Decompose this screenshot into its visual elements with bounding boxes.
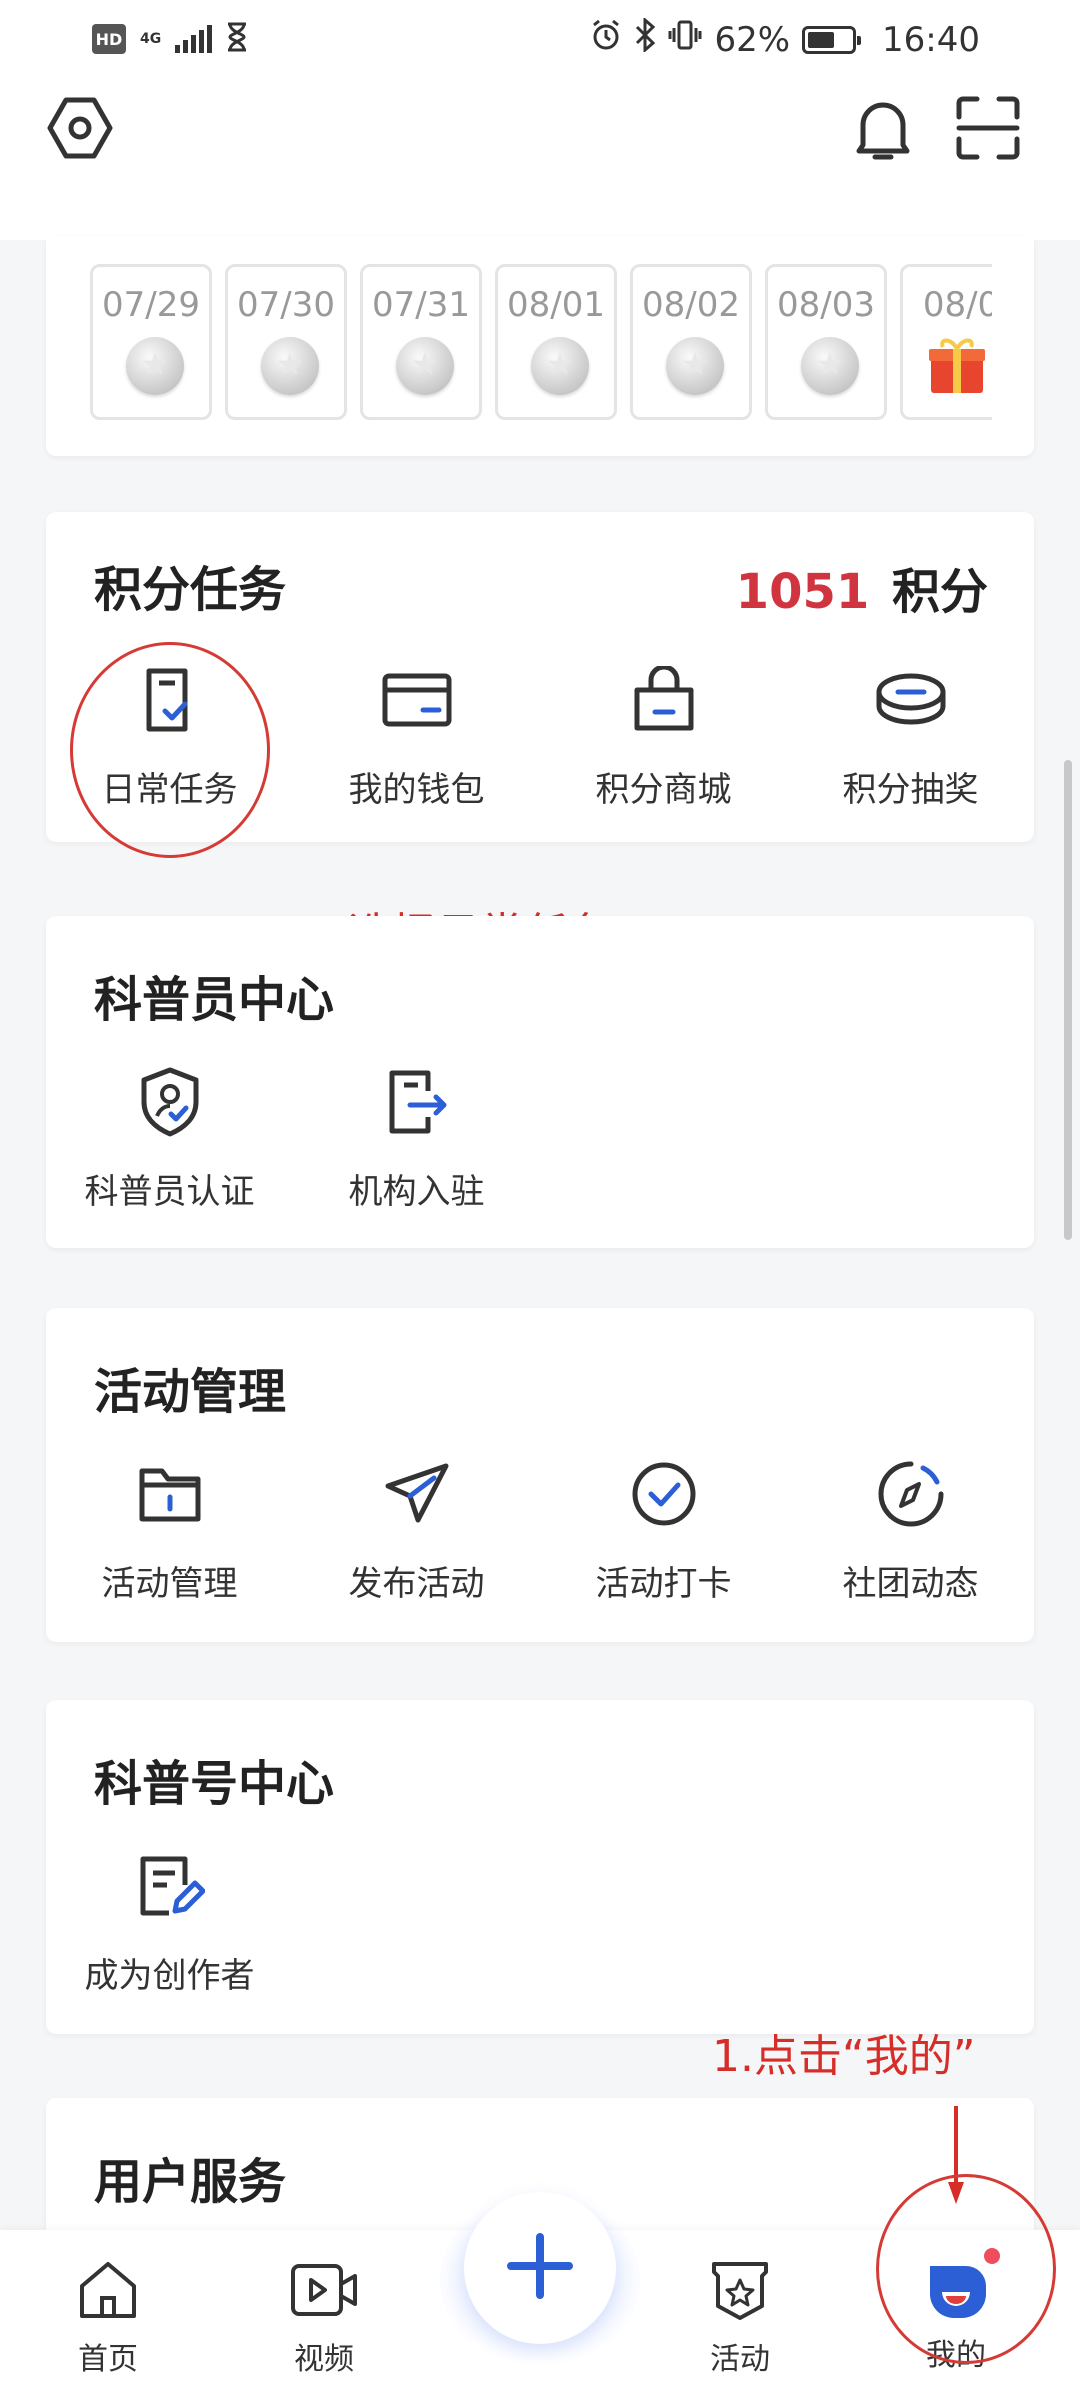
popsci-center-title: 科普员中心 xyxy=(94,972,335,1028)
checkin-day-card[interactable]: 08/03 xyxy=(765,264,887,420)
checkin-day-card[interactable]: 08/0 xyxy=(900,264,992,420)
network-type: 4G xyxy=(140,31,162,47)
compass-icon xyxy=(871,1454,951,1534)
annotation-step1: 1.点击“我的” xyxy=(712,2031,976,2082)
folder-icon xyxy=(130,1454,210,1534)
checkin-date-label: 07/30 xyxy=(237,285,335,325)
points-lottery-label: 积分抽奖 xyxy=(842,770,979,810)
club-news-label: 社团动态 xyxy=(842,1564,979,1604)
checkin-date-label: 08/02 xyxy=(642,285,740,325)
checkin-day-card[interactable]: 08/02 xyxy=(630,264,752,420)
wallet-label: 我的钱包 xyxy=(348,770,485,810)
activity-checkin-label: 活动打卡 xyxy=(595,1564,732,1604)
signal-icon xyxy=(175,25,213,53)
coin-icon xyxy=(531,337,589,395)
wallet-button[interactable]: 我的钱包 xyxy=(293,660,540,811)
video-icon xyxy=(289,2258,359,2326)
nav-home[interactable]: 首页 xyxy=(48,2258,168,2378)
checkin-card: 07/29 07/30 07/31 08/01 08/02 08/03 08/0 xyxy=(46,236,1034,456)
send-plane-icon xyxy=(377,1454,457,1534)
checkin-day-card[interactable]: 08/01 xyxy=(495,264,617,420)
annotation-circle-daily-task xyxy=(70,642,270,858)
activity-manage-button[interactable]: 活动管理 xyxy=(46,1454,293,1605)
wallet-icon xyxy=(377,660,457,740)
popsci-account-card: 科普号中心 成为创作者 xyxy=(46,1700,1034,2034)
points-balance[interactable]: 1051 积分 xyxy=(736,552,988,622)
status-bar: HD 4G 62% 16:40 xyxy=(0,0,1080,80)
org-join-label: 机构入驻 xyxy=(348,1172,485,1212)
points-lottery-button[interactable]: 积分抽奖 xyxy=(787,660,1034,811)
home-icon xyxy=(76,2258,140,2326)
checkin-date-strip: 07/29 07/30 07/31 08/01 08/02 08/03 08/0 xyxy=(90,264,992,420)
shield-user-icon xyxy=(130,1062,210,1142)
annotation-circle-mine xyxy=(876,2174,1056,2364)
club-news-button[interactable]: 社团动态 xyxy=(787,1454,1034,1605)
coin-icon xyxy=(801,337,859,395)
nav-activity[interactable]: 活动 xyxy=(680,2258,800,2378)
become-creator-label: 成为创作者 xyxy=(84,1956,255,1996)
hd-badge: HD xyxy=(92,24,126,54)
settings-hexagon-icon[interactable] xyxy=(44,92,116,164)
nav-activity-label: 活动 xyxy=(710,2342,770,2377)
gift-icon xyxy=(927,335,987,401)
check-circle-icon xyxy=(624,1454,704,1534)
top-header xyxy=(0,80,1080,240)
popsci-certify-button[interactable]: 科普员认证 xyxy=(46,1062,293,1213)
nav-video-label: 视频 xyxy=(294,2342,354,2377)
coin-icon xyxy=(666,337,724,395)
nav-video[interactable]: 视频 xyxy=(264,2258,384,2378)
scrollbar[interactable] xyxy=(1064,760,1072,1240)
publish-activity-button[interactable]: 发布活动 xyxy=(293,1454,540,1605)
org-join-button[interactable]: 机构入驻 xyxy=(293,1062,540,1213)
checkin-day-card[interactable]: 07/31 xyxy=(360,264,482,420)
edit-doc-icon xyxy=(130,1846,210,1926)
star-badge-icon xyxy=(708,2258,772,2326)
points-tasks-title: 积分任务 xyxy=(94,562,287,618)
checkin-date-label: 07/31 xyxy=(372,285,470,325)
activity-manage-label: 活动管理 xyxy=(101,1564,238,1604)
battery-icon xyxy=(802,25,862,54)
activity-checkin-button[interactable]: 活动打卡 xyxy=(540,1454,787,1605)
battery-percent: 62% xyxy=(714,19,791,60)
checkin-day-card[interactable]: 07/30 xyxy=(225,264,347,420)
clock-time: 16:40 xyxy=(882,19,980,60)
popsci-account-title: 科普号中心 xyxy=(94,1756,335,1812)
points-unit: 积分 xyxy=(891,564,988,620)
vibrate-icon xyxy=(668,19,702,60)
become-creator-button[interactable]: 成为创作者 xyxy=(46,1846,293,1997)
activity-mgmt-title: 活动管理 xyxy=(94,1364,287,1420)
bell-icon[interactable] xyxy=(848,92,918,168)
publish-plus-button[interactable] xyxy=(464,2192,616,2344)
activity-mgmt-card: 活动管理 活动管理 发布活动 活动打卡 社团动态 xyxy=(46,1308,1034,1642)
scan-icon[interactable] xyxy=(952,92,1024,164)
plus-icon xyxy=(505,2231,575,2305)
checkin-day-card[interactable]: 07/29 xyxy=(90,264,212,420)
points-shop-button[interactable]: 积分商城 xyxy=(540,660,787,811)
checkin-date-label: 07/29 xyxy=(102,285,200,325)
popsci-center-card: 科普员中心 科普员认证 机构入驻 xyxy=(46,916,1034,1248)
coin-icon xyxy=(396,337,454,395)
points-value: 1051 xyxy=(735,564,870,620)
alarm-icon xyxy=(590,19,622,60)
checkin-date-label: 08/0 xyxy=(922,285,992,325)
popsci-certify-label: 科普员认证 xyxy=(84,1172,255,1212)
enter-org-icon xyxy=(377,1062,457,1142)
checkin-date-label: 08/01 xyxy=(507,285,605,325)
shop-bag-icon xyxy=(624,660,704,740)
publish-activity-label: 发布活动 xyxy=(348,1564,485,1604)
coin-icon xyxy=(261,337,319,395)
checkin-date-label: 08/03 xyxy=(777,285,875,325)
user-service-title: 用户服务 xyxy=(94,2154,287,2210)
points-shop-label: 积分商城 xyxy=(595,770,732,810)
bluetooth-icon xyxy=(634,16,656,61)
coin-icon xyxy=(126,337,184,395)
lottery-icon xyxy=(871,660,951,740)
hourglass-icon xyxy=(226,22,248,56)
nav-home-label: 首页 xyxy=(78,2342,138,2377)
